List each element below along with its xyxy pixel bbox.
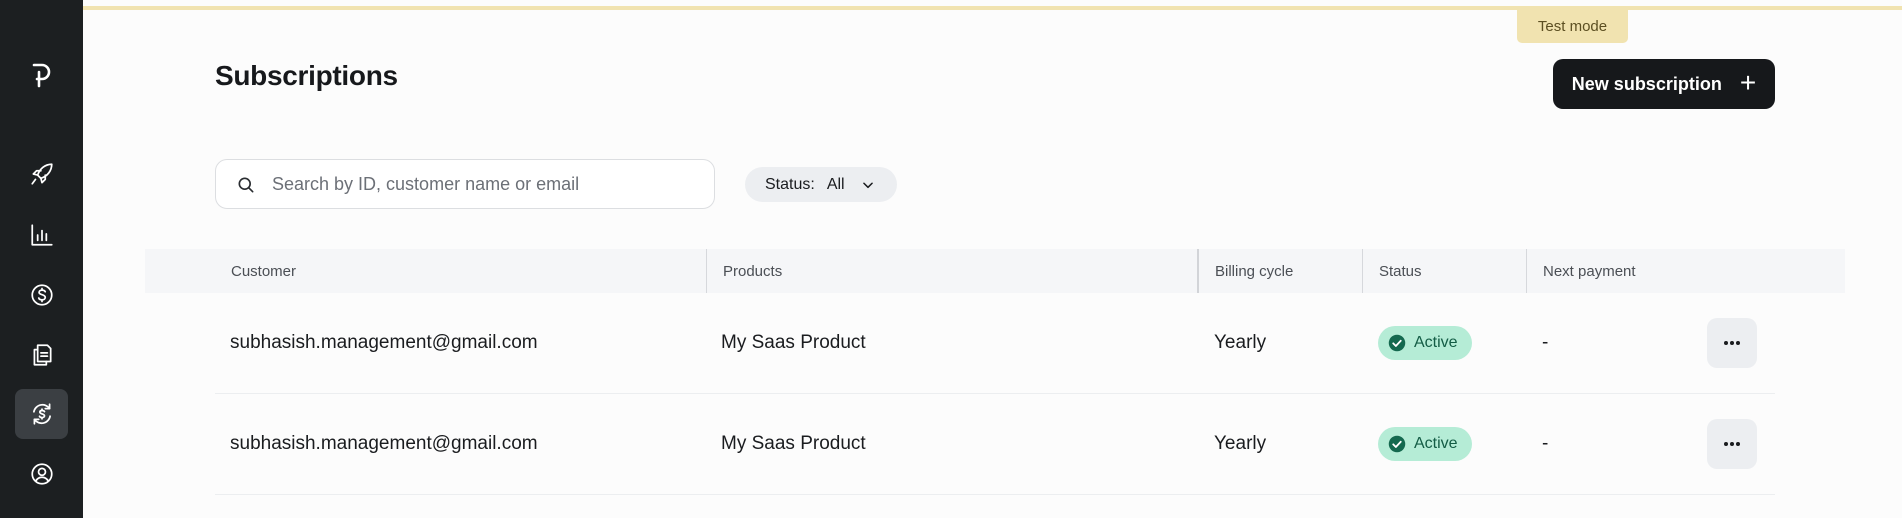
product-name: My Saas Product [721,433,866,454]
rocket-icon [30,163,53,185]
more-horizontal-icon [1724,341,1740,345]
customer-email: subhasish.management@gmail.com [230,433,538,454]
status-filter-dropdown[interactable]: Status: All [745,167,897,202]
check-circle-icon [1388,334,1406,352]
nav-payments[interactable] [15,270,68,320]
product-name: My Saas Product [721,332,866,353]
billing-cycle: Yearly [1214,332,1267,353]
brand-logo-icon[interactable] [27,60,57,90]
table-header: Customer Products Billing cycle Status N… [145,249,1845,293]
recurring-dollar-icon [32,403,51,425]
customer-email: subhasish.management@gmail.com [230,332,538,353]
status-badge: Active [1378,326,1472,360]
test-mode-badge: Test mode [1517,10,1628,43]
row-actions-button[interactable] [1707,318,1757,368]
sidebar [0,0,83,518]
plus-icon: + [1739,67,1757,98]
billing-cycle: Yearly [1214,433,1267,454]
row-actions-button[interactable] [1707,419,1757,469]
nav-customers[interactable] [15,449,68,499]
next-payment: - [1542,332,1549,353]
column-header-status[interactable]: Status [1362,249,1526,293]
status-cell: Active [1378,394,1472,494]
chevron-down-icon [862,181,873,188]
status-text: Active [1414,334,1458,351]
search-box [215,159,715,209]
column-header-customer[interactable]: Customer [215,249,706,293]
check-circle-icon [1388,435,1406,453]
column-header-next-payment[interactable]: Next payment [1526,249,1726,293]
test-mode-strip [83,6,1902,10]
nav-get-started[interactable] [15,149,68,199]
status-cell: Active [1378,293,1472,393]
nav-subscriptions[interactable] [15,389,68,439]
column-header-billing-cycle[interactable]: Billing cycle [1197,249,1362,293]
status-badge: Active [1378,427,1472,461]
search-icon [238,177,254,193]
new-subscription-button[interactable]: New subscription + [1553,59,1775,109]
status-text: Active [1414,435,1458,452]
search-input[interactable] [272,160,702,208]
nav-products[interactable] [15,330,68,380]
page-title: Subscriptions [215,60,398,91]
column-header-products[interactable]: Products [706,249,1197,293]
new-subscription-label: New subscription [1571,73,1722,94]
user-circle-icon [30,463,53,485]
documents-icon [33,344,52,366]
nav-analytics[interactable] [15,210,68,260]
table-row[interactable]: subhasish.management@gmail.com My Saas P… [215,394,1775,495]
table-row[interactable]: subhasish.management@gmail.com My Saas P… [215,293,1775,394]
bar-chart-icon [30,224,53,246]
next-payment: - [1542,433,1549,454]
dollar-circle-icon [30,284,53,306]
status-filter-label: Status: [765,175,815,193]
more-horizontal-icon [1724,442,1740,446]
status-filter-value: All [826,175,845,193]
